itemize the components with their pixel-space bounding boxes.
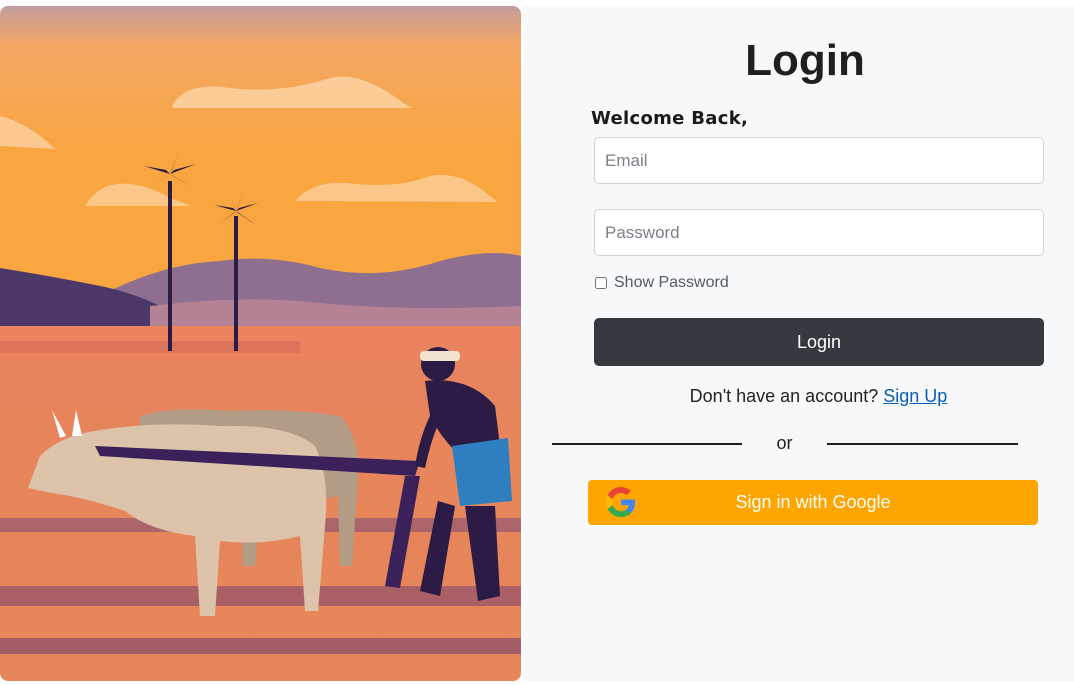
login-title: Login	[745, 36, 865, 85]
divider-line-right	[827, 443, 1018, 445]
farmer-illustration	[0, 6, 521, 681]
show-password-option[interactable]: Show Password	[595, 274, 729, 292]
divider-or-text: or	[776, 433, 793, 453]
password-input[interactable]	[594, 209, 1044, 256]
signup-link[interactable]: Sign Up	[883, 386, 947, 406]
google-signin-button[interactable]: Sign in with Google	[588, 480, 1038, 525]
signup-row: Don't have an account? Sign Up	[523, 386, 1074, 407]
email-input[interactable]	[594, 137, 1044, 184]
show-password-checkbox[interactable]	[595, 277, 607, 289]
login-page: Login Welcome Back, Show Password Login …	[0, 0, 1074, 685]
google-g-icon	[606, 487, 636, 517]
google-signin-label: Sign in with Google	[735, 492, 891, 512]
divider-line-left	[552, 443, 742, 445]
signup-prompt: Don't have an account?	[689, 386, 879, 406]
show-password-label: Show Password	[614, 274, 729, 291]
login-button[interactable]: Login	[594, 318, 1044, 366]
login-panel: Login Welcome Back, Show Password Login …	[523, 6, 1074, 681]
welcome-text: Welcome Back,	[591, 108, 749, 129]
